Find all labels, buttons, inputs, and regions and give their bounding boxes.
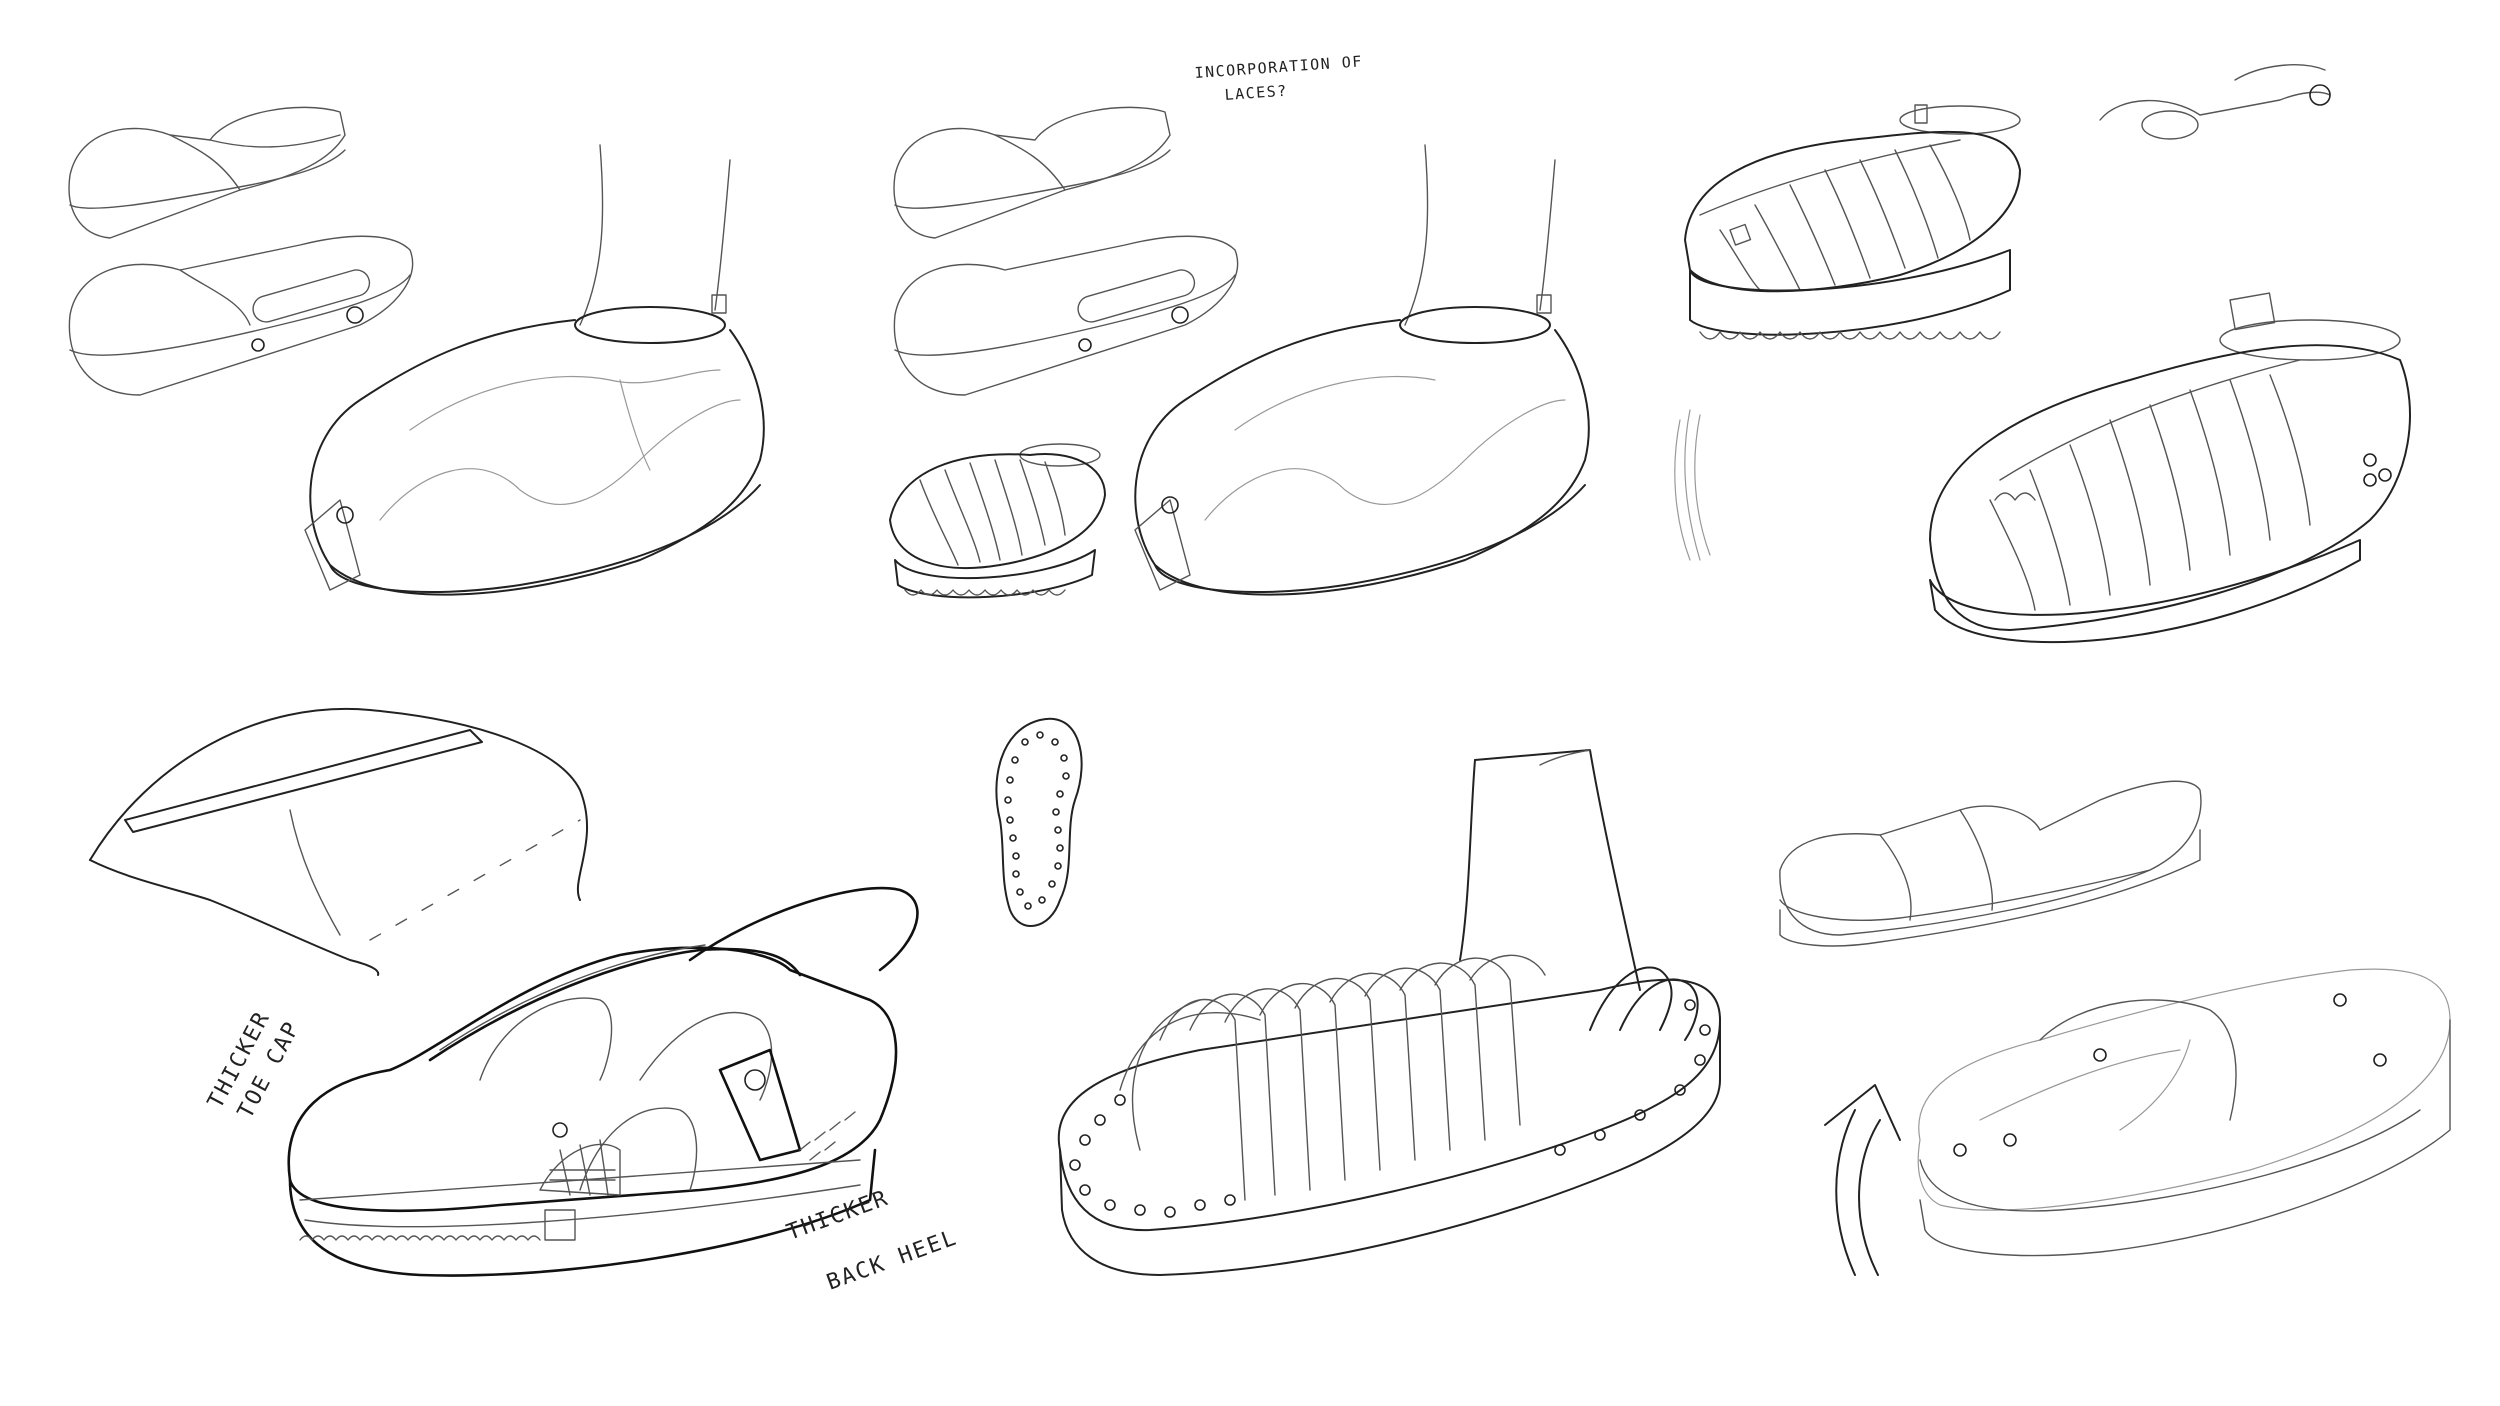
sketch-strappy-sandal <box>1057 749 1721 1276</box>
arrow-up-icon <box>1824 1084 1901 1276</box>
laces-note-line2: LACES? <box>1224 82 1288 104</box>
sketch-small-slide-top-middle <box>893 106 1171 239</box>
sketch-slide-bottom-right <box>1779 780 2202 947</box>
sketch-laced-shoe-top-right <box>1684 104 2021 340</box>
back-heel-note-line2: BACK HEEL <box>824 1225 961 1295</box>
sketch-laced-shoe-large-right <box>1929 292 2411 644</box>
sketch-sheet: INCORPORATION OF LACES? THICKER TOE CAP … <box>68 52 2451 1296</box>
sketch-small-slide-top-left <box>68 106 346 239</box>
sketch-toe-cap-detail <box>89 707 589 976</box>
sketch-small-slide-strap-left <box>68 235 414 396</box>
sketch-small-slide-strap-middle <box>893 235 1239 396</box>
sketch-tiny-detail-top-right <box>2099 64 2331 140</box>
back-heel-note-line1: THICKER <box>784 1186 893 1246</box>
sketch-clog-bottom-right <box>1917 968 2451 1257</box>
sketch-insole-outline <box>995 717 1083 927</box>
sketch-large-clog-transparent <box>304 144 765 596</box>
sketch-faint-scribble <box>1674 409 1711 561</box>
sketch-large-clog-middle <box>1134 144 1590 596</box>
sketch-small-laced-shoe-middle <box>889 443 1106 599</box>
laces-note-line1: INCORPORATION OF <box>1194 52 1363 82</box>
